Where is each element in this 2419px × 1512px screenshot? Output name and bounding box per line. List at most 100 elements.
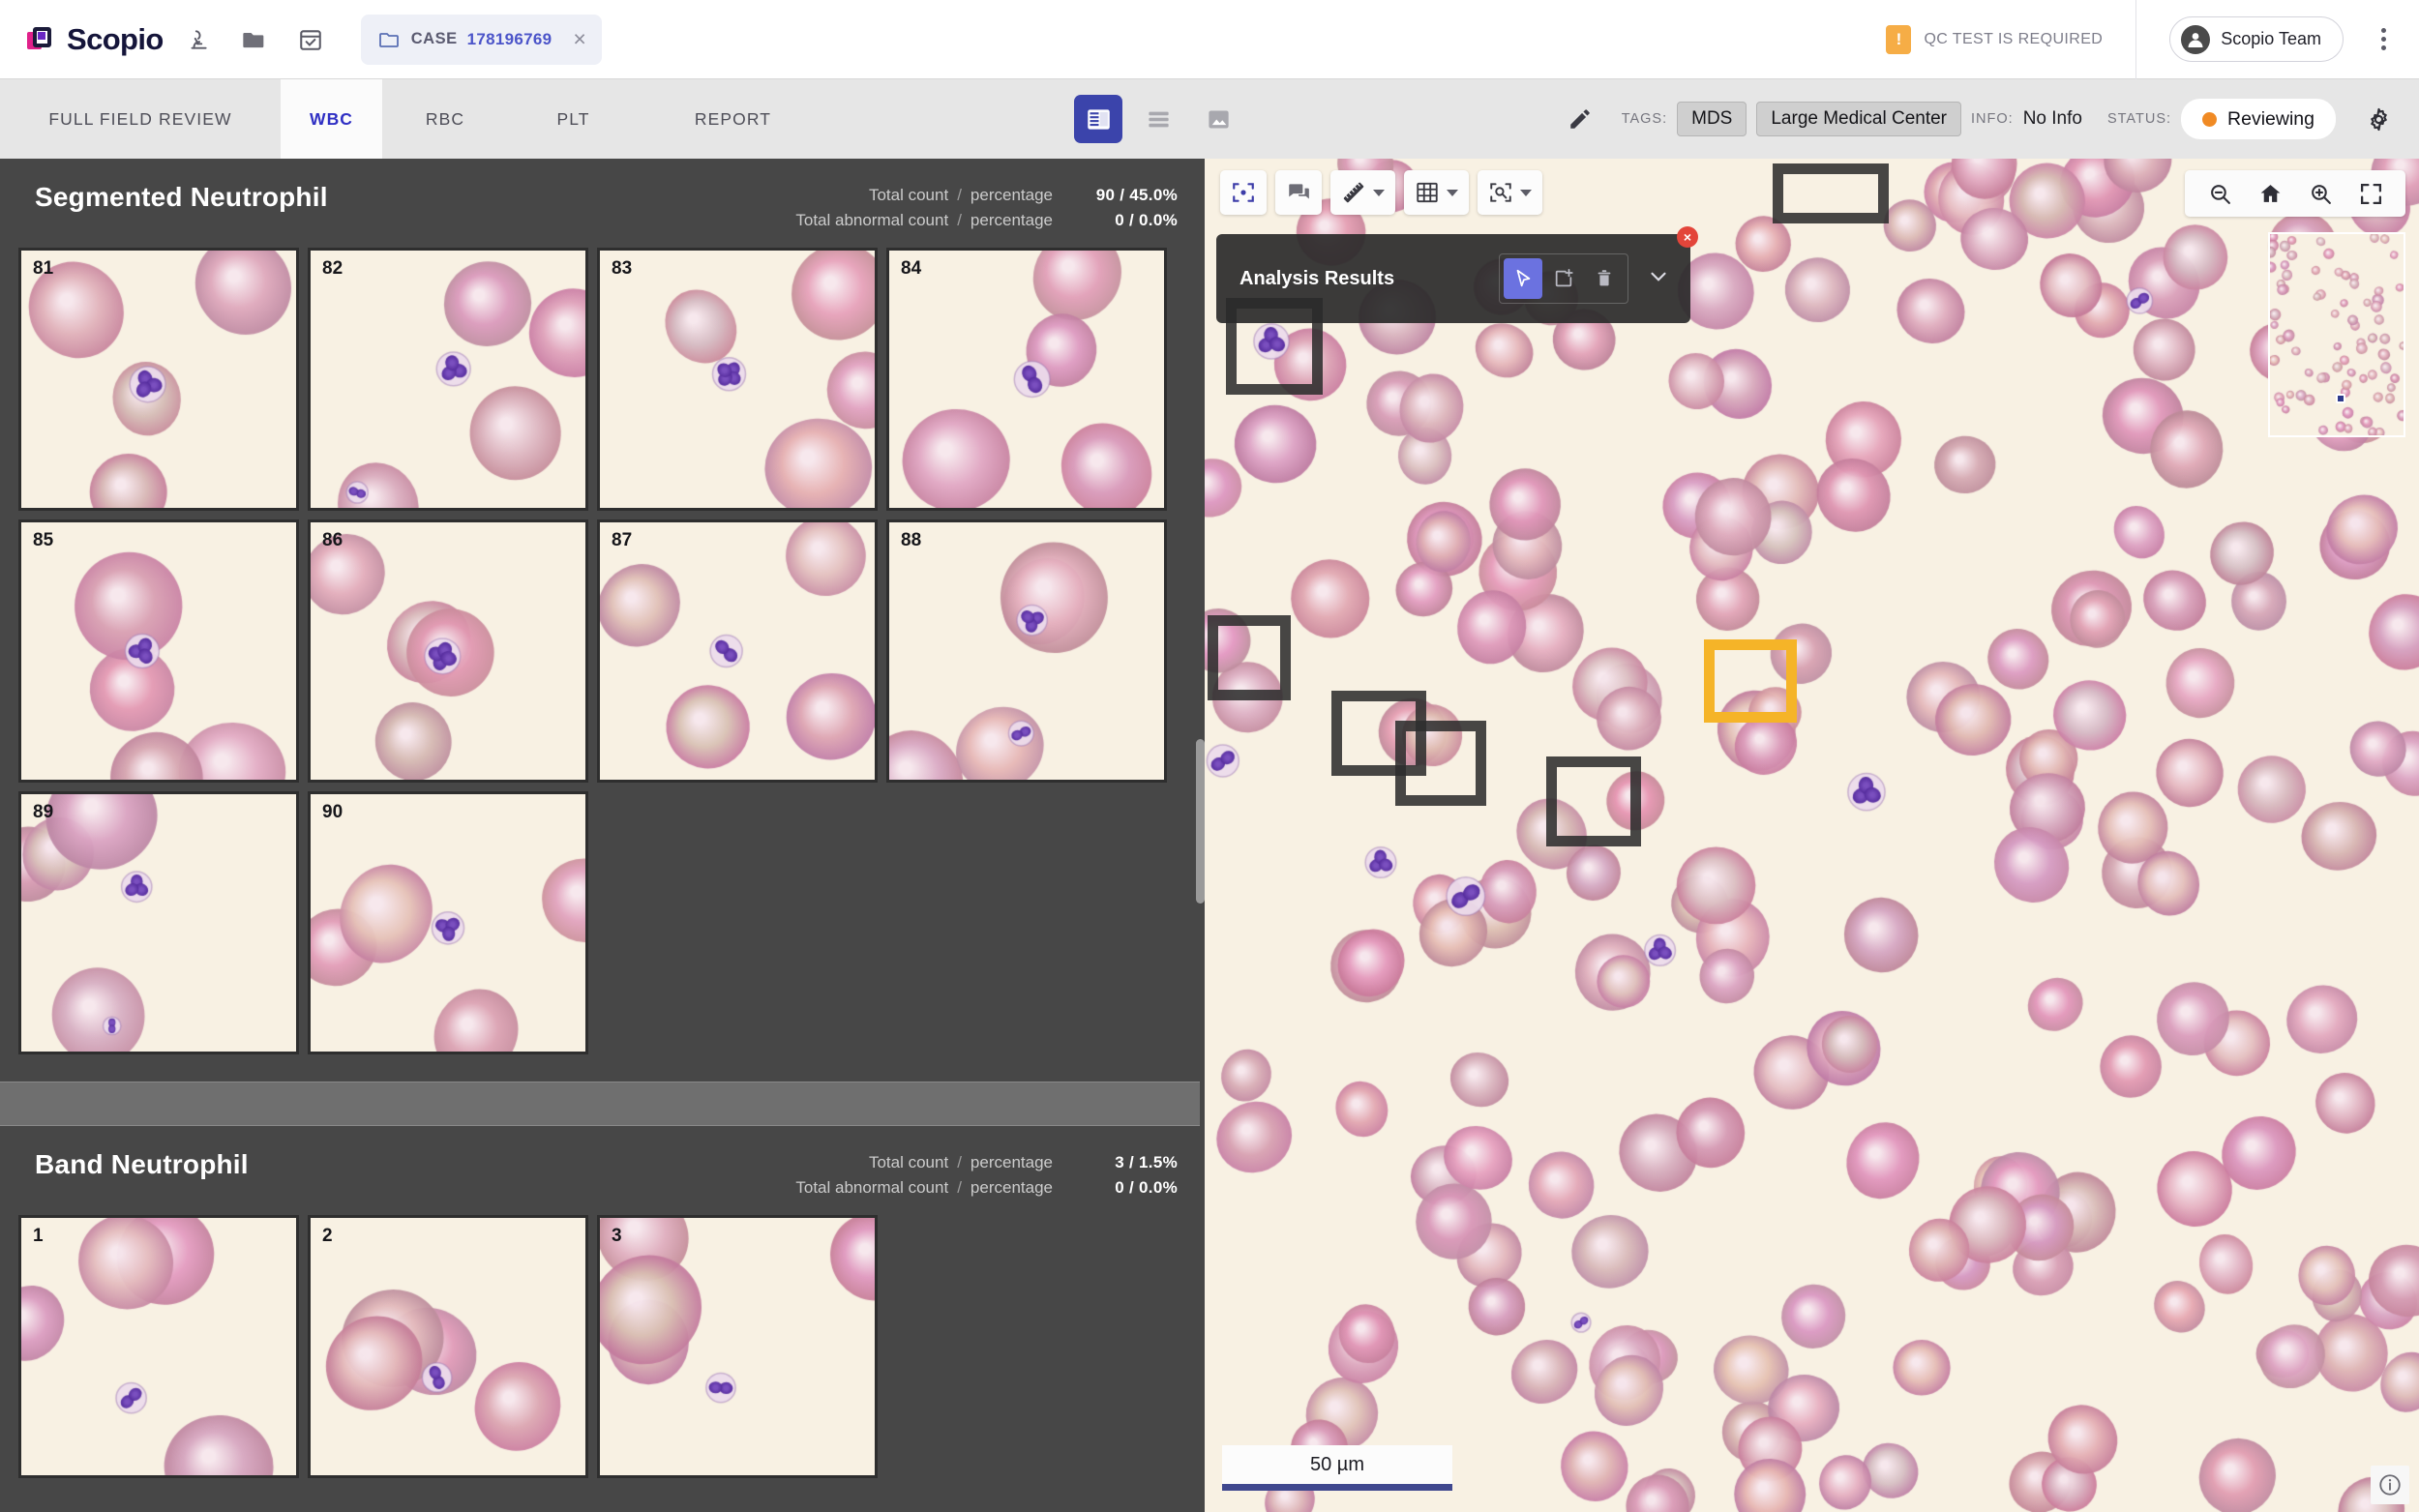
cell-thumbnail[interactable]: 85 (18, 519, 299, 783)
cell-number: 82 (322, 258, 343, 280)
chevron-down-icon[interactable] (1646, 264, 1671, 294)
tag-chip-mds[interactable]: MDS (1677, 102, 1747, 136)
stat-separator: / (957, 211, 962, 230)
tag-chip-large-medical-center[interactable]: Large Medical Center (1756, 102, 1961, 136)
close-icon[interactable]: × (573, 28, 585, 50)
scale-bar-line (1222, 1484, 1452, 1491)
cell-image (889, 522, 1164, 780)
case-tab[interactable]: CASE 178196769 × (361, 15, 602, 65)
secondary-toolbar: FULL FIELD REVIEW WBC RBC PLT REPORT (0, 79, 2419, 159)
home-reset-icon[interactable] (2255, 178, 2285, 209)
stat-separator: / (957, 1178, 962, 1198)
ruler-measure-icon[interactable] (1330, 170, 1395, 215)
tab-report[interactable]: REPORT (639, 79, 827, 159)
cell-number: 85 (33, 530, 53, 551)
tags-label: TAGS: (1622, 111, 1667, 127)
fullscreen-icon[interactable] (2355, 178, 2386, 209)
cell-thumbnail[interactable]: 3 (597, 1215, 878, 1478)
tab-rbc[interactable]: RBC (382, 79, 508, 159)
info-icon[interactable] (2371, 1466, 2409, 1504)
cell-bounding-box[interactable] (1773, 163, 1889, 223)
status-badge[interactable]: Reviewing (2181, 99, 2336, 139)
case-label: CASE (411, 30, 458, 48)
cell-number: 2 (322, 1226, 333, 1247)
pointer-select-icon[interactable] (1504, 258, 1542, 299)
cell-image (311, 1218, 585, 1475)
chevron-down-icon[interactable] (1447, 190, 1458, 196)
section-title: Segmented Neutrophil (35, 182, 328, 213)
cell-bounding-box[interactable] (1395, 721, 1486, 806)
cell-gallery-panel[interactable]: Segmented Neutrophil Total count / perce… (0, 159, 1205, 1512)
grid-icon[interactable] (1404, 170, 1469, 215)
section-resize-handle[interactable] (0, 1082, 1200, 1126)
cell-image (600, 1218, 875, 1475)
zoom-in-icon[interactable] (2305, 178, 2336, 209)
add-box-icon[interactable] (1544, 258, 1583, 299)
cell-thumbnail[interactable]: 87 (597, 519, 878, 783)
blood-smear-image[interactable] (1205, 159, 2419, 1512)
stat-label: percentage (971, 1178, 1053, 1198)
focus-target-icon[interactable] (1220, 170, 1267, 215)
cell-thumbnail[interactable]: 83 (597, 248, 878, 511)
stat-label: percentage (971, 186, 1053, 205)
section-header-band-neutrophil: Band Neutrophil Total count / percentage… (0, 1126, 1205, 1215)
tab-wbc[interactable]: WBC (281, 79, 382, 159)
folder-icon[interactable] (233, 18, 276, 61)
tab-plt[interactable]: PLT (508, 79, 639, 159)
warning-icon: ! (1886, 25, 1911, 54)
split-view-icon[interactable] (1074, 95, 1122, 143)
selected-cell-bounding-box[interactable] (1704, 639, 1797, 723)
navigator-minimap[interactable] (2268, 232, 2405, 437)
brand-name: Scopio (67, 22, 164, 57)
cell-number: 81 (33, 258, 53, 280)
cell-thumbnail[interactable]: 88 (886, 519, 1167, 783)
cell-bounding-box[interactable] (1546, 756, 1641, 846)
stat-label: percentage (971, 211, 1053, 230)
gear-icon[interactable] (2357, 98, 2400, 140)
module-tabs: FULL FIELD REVIEW WBC RBC PLT REPORT (0, 79, 827, 159)
section-header-segmented-neutrophil: Segmented Neutrophil Total count / perce… (0, 159, 1205, 248)
cell-thumbnail[interactable]: 82 (308, 248, 588, 511)
zoom-controls (2185, 170, 2405, 217)
analysis-results-panel[interactable]: Analysis Results × (1216, 234, 1690, 323)
list-view-icon[interactable] (1134, 95, 1182, 143)
brand-logo: Scopio (27, 22, 164, 57)
cell-thumbnail[interactable]: 89 (18, 791, 299, 1054)
cell-thumbnail[interactable]: 90 (308, 791, 588, 1054)
calendar-check-icon[interactable] (289, 18, 332, 61)
magnify-region-icon[interactable] (1478, 170, 1542, 215)
cell-thumbnail[interactable]: 84 (886, 248, 1167, 511)
comment-icon[interactable] (1275, 170, 1322, 215)
chevron-down-icon[interactable] (1520, 190, 1532, 196)
kebab-menu-icon[interactable] (2369, 18, 2398, 61)
gallery-scrollbar[interactable] (1196, 739, 1205, 904)
cell-image (21, 522, 296, 780)
pencil-icon[interactable] (1558, 97, 1602, 141)
section-stats: Total count / percentage 90 / 45.0% Tota… (795, 182, 1178, 236)
status-dot-icon (2202, 112, 2217, 127)
slide-viewer[interactable]: Analysis Results × (1205, 159, 2419, 1512)
image-view-icon[interactable] (1194, 95, 1242, 143)
analysis-tool-group (1499, 253, 1628, 304)
close-icon[interactable]: × (1677, 226, 1698, 248)
cell-thumbnail[interactable]: 81 (18, 248, 299, 511)
cell-thumbnail[interactable]: 86 (308, 519, 588, 783)
app-header: Scopio CASE 178196769 × ! QC TEST IS REQ (0, 0, 2419, 79)
tab-full-field-review[interactable]: FULL FIELD REVIEW (0, 79, 281, 159)
chevron-down-icon[interactable] (1373, 190, 1385, 196)
cell-image (21, 251, 296, 508)
stat-label: Total count (869, 1153, 948, 1172)
main-content: Segmented Neutrophil Total count / perce… (0, 159, 2419, 1512)
cell-number: 86 (322, 530, 343, 551)
cell-bounding-box[interactable] (1208, 615, 1291, 700)
status-value: Reviewing (2227, 108, 2314, 131)
analysis-results-title: Analysis Results (1239, 268, 1394, 290)
case-number: 178196769 (467, 30, 552, 49)
cell-thumbnail[interactable]: 1 (18, 1215, 299, 1478)
microscope-icon[interactable] (177, 18, 220, 61)
stat-value: 3 / 1.5% (1061, 1153, 1178, 1172)
user-menu[interactable]: Scopio Team (2169, 16, 2344, 62)
zoom-out-icon[interactable] (2204, 178, 2235, 209)
cell-thumbnail[interactable]: 2 (308, 1215, 588, 1478)
delete-trash-icon[interactable] (1585, 258, 1624, 299)
